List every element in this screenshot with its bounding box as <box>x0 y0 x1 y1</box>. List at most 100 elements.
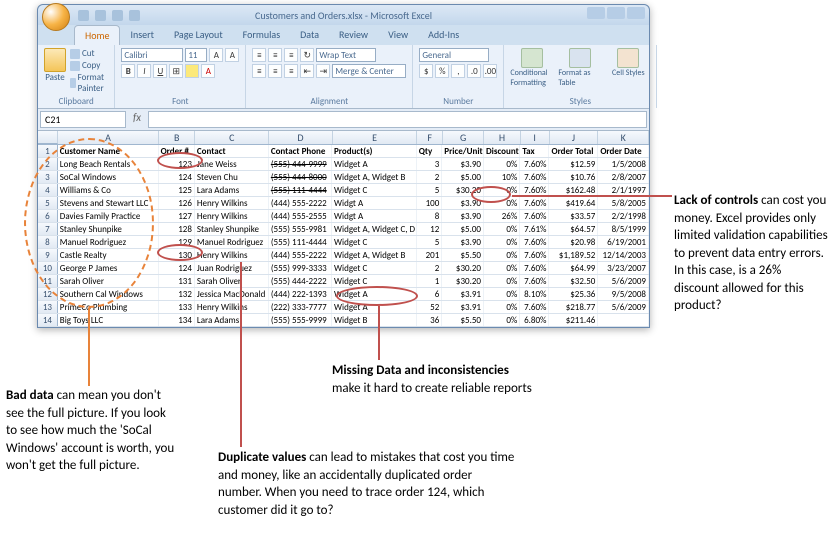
row-header[interactable]: 13 <box>38 301 58 313</box>
cell[interactable]: Contact <box>195 145 269 157</box>
cell[interactable]: Long Beach Rentals <box>58 158 159 170</box>
row-header[interactable]: 9 <box>38 249 58 261</box>
cell[interactable]: Widget A <box>332 288 417 300</box>
cell[interactable]: 124 <box>159 171 195 183</box>
fill-color-button[interactable] <box>185 64 199 78</box>
indent-dec-button[interactable]: ⇤ <box>300 64 314 78</box>
cell[interactable]: 5 <box>417 184 443 196</box>
cell[interactable]: $3.90 <box>442 210 484 222</box>
qat-print-icon[interactable] <box>129 10 140 21</box>
cell[interactable]: 2 <box>417 171 443 183</box>
cut-button[interactable]: Cut <box>70 48 108 59</box>
cell[interactable]: 5 <box>417 236 443 248</box>
cell[interactable]: Manuel Rodriguez <box>58 236 159 248</box>
col-header-G[interactable]: G <box>443 131 485 144</box>
cell[interactable]: Widget A, Widget C, D <box>332 223 417 235</box>
cell[interactable]: 0% <box>484 314 520 326</box>
cell[interactable]: $33.57 <box>549 210 598 222</box>
number-format-combo[interactable]: General <box>419 48 489 62</box>
row-header[interactable]: 12 <box>38 288 58 300</box>
cell[interactable]: 0% <box>484 158 520 170</box>
cell[interactable]: (222) 333-7777 <box>269 301 332 313</box>
cell[interactable]: (555) 555-9999 <box>269 314 332 326</box>
maximize-button[interactable] <box>607 7 625 19</box>
cell[interactable]: (444) 555-2555 <box>269 210 332 222</box>
copy-button[interactable]: Copy <box>70 60 108 71</box>
cell[interactable]: $218.77 <box>549 301 598 313</box>
cell[interactable]: 0% <box>484 223 520 235</box>
qat-undo-icon[interactable] <box>95 10 106 21</box>
cell[interactable]: (444) 555-2222 <box>269 249 332 261</box>
col-header-C[interactable]: C <box>195 131 269 144</box>
cell[interactable]: 130 <box>159 249 195 261</box>
cell[interactable]: Lara Adams <box>195 314 269 326</box>
align-bottom-button[interactable]: ≡ <box>284 48 298 62</box>
row-header[interactable]: 7 <box>38 223 58 235</box>
cell[interactable]: Juan Rodriguez <box>195 262 269 274</box>
cell[interactable]: Stanley Shunpike <box>58 223 159 235</box>
cell[interactable]: 132 <box>159 288 195 300</box>
cell[interactable]: 7.60% <box>520 197 549 209</box>
name-box[interactable]: C21 <box>40 111 126 128</box>
cell[interactable]: Castle Realty <box>58 249 159 261</box>
cell[interactable]: Jane Weiss <box>195 158 269 170</box>
format-painter-button[interactable]: Format Painter <box>70 72 108 94</box>
cell[interactable]: 124 <box>159 262 195 274</box>
cell[interactable]: Contact Phone <box>269 145 332 157</box>
cell[interactable]: 129 <box>159 236 195 248</box>
col-header-D[interactable]: D <box>269 131 332 144</box>
tab-insert[interactable]: Insert <box>120 25 164 45</box>
cell[interactable]: 8 <box>417 210 443 222</box>
cell[interactable]: 127 <box>159 210 195 222</box>
tab-review[interactable]: Review <box>329 25 378 45</box>
dec-decimal-button[interactable]: .00 <box>483 64 497 78</box>
cell[interactable]: $5.50 <box>442 314 484 326</box>
cell[interactable]: 0% <box>484 275 520 287</box>
cell[interactable]: Widget B <box>332 314 417 326</box>
cell[interactable]: 1 <box>417 275 443 287</box>
fx-icon[interactable]: fx <box>128 111 146 128</box>
row-header[interactable]: 6 <box>38 210 58 222</box>
cell[interactable]: Tax <box>520 145 549 157</box>
italic-button[interactable]: I <box>137 64 151 78</box>
align-right-button[interactable]: ≡ <box>284 64 298 78</box>
cell[interactable]: 3/23/2007 <box>598 262 649 274</box>
cell[interactable]: 0% <box>484 262 520 274</box>
cell[interactable]: 9/5/2008 <box>598 288 649 300</box>
cell[interactable]: 133 <box>159 301 195 313</box>
cell[interactable] <box>598 314 649 326</box>
cell[interactable]: Widget A, Widget B <box>332 171 417 183</box>
col-header-H[interactable]: H <box>484 131 520 144</box>
cell[interactable]: Widget A <box>332 158 417 170</box>
cell[interactable]: 8.10% <box>520 288 549 300</box>
cell[interactable]: 7.60% <box>520 158 549 170</box>
formula-input[interactable] <box>148 111 647 128</box>
font-size-combo[interactable]: 11 <box>185 48 207 62</box>
cell[interactable]: $5.00 <box>442 171 484 183</box>
tab-formulas[interactable]: Formulas <box>233 25 290 45</box>
cell[interactable]: Order Date <box>598 145 649 157</box>
cell[interactable]: 123 <box>159 158 195 170</box>
row-header[interactable]: 11 <box>38 275 58 287</box>
cell[interactable]: Price/Unit <box>442 145 484 157</box>
font-color-button[interactable]: A <box>201 64 215 78</box>
tab-page-layout[interactable]: Page Layout <box>164 25 233 45</box>
cell[interactable]: Henry Wilkins <box>195 301 269 313</box>
cell[interactable]: George P James <box>58 262 159 274</box>
cell[interactable]: 0% <box>484 288 520 300</box>
cell[interactable]: 52 <box>417 301 443 313</box>
cell[interactable]: $25.36 <box>549 288 598 300</box>
merge-button[interactable]: Merge & Center <box>332 64 406 78</box>
cell[interactable]: (555) 111-4444 <box>269 184 332 196</box>
cell[interactable]: $10.76 <box>549 171 598 183</box>
cell[interactable]: (555) 555-9981 <box>269 223 332 235</box>
tab-home[interactable]: Home <box>74 25 120 45</box>
cell[interactable]: Widget A, Widget B <box>332 249 417 261</box>
cell[interactable]: 0% <box>484 197 520 209</box>
cell[interactable]: 7.60% <box>520 171 549 183</box>
col-header-J[interactable]: J <box>550 131 599 144</box>
cell[interactable]: Order # <box>159 145 195 157</box>
cell[interactable]: 6 <box>417 288 443 300</box>
row-header[interactable]: 4 <box>38 184 58 196</box>
cell[interactable]: $64.57 <box>549 223 598 235</box>
